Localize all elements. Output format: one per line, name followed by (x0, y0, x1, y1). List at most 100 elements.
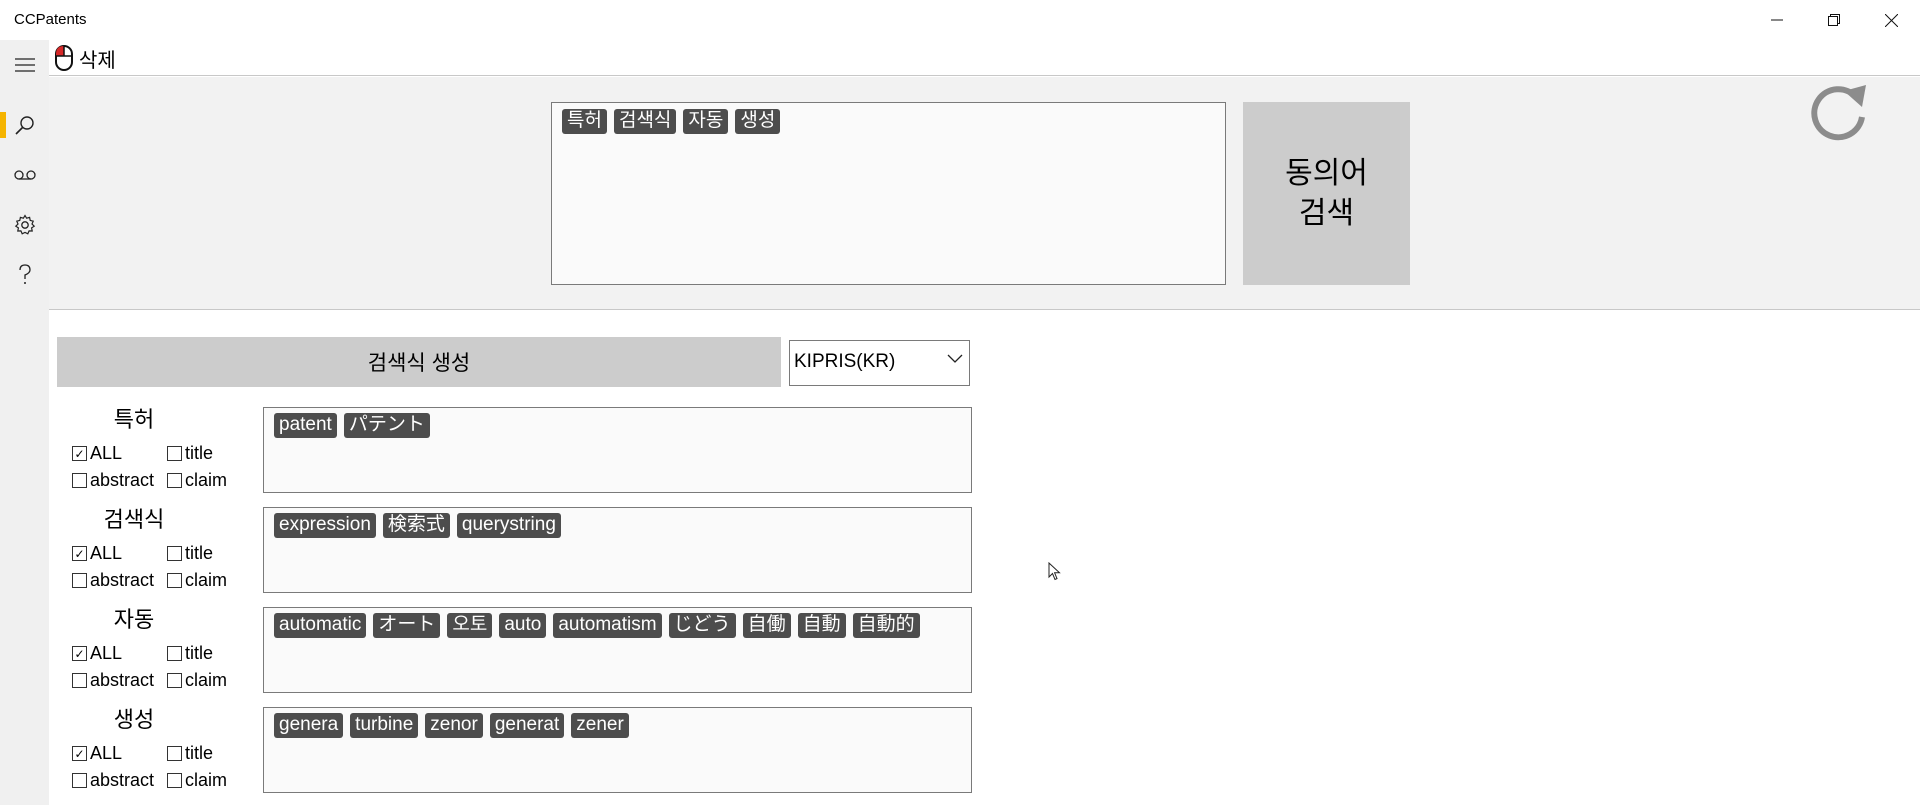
gear-icon (14, 214, 35, 235)
delete-button[interactable]: 삭제 (53, 43, 116, 73)
all-checkbox[interactable]: ✓ ALL (72, 643, 122, 664)
checkbox-label: title (185, 543, 214, 563)
synonym-chip[interactable]: 自動的 (852, 613, 920, 638)
minimize-button[interactable] (1749, 0, 1805, 40)
synonym-box[interactable]: patent パテント (263, 407, 972, 493)
synonym-search-button[interactable]: 동의어 검색 (1243, 102, 1410, 285)
sidebar-item-voicemail[interactable] (0, 150, 49, 200)
abstract-checkbox[interactable]: abstract (72, 770, 154, 791)
menu-toggle-button[interactable] (0, 40, 49, 90)
claim-checkbox[interactable]: claim (167, 470, 227, 491)
synonym-chip[interactable]: auto (499, 613, 547, 638)
refresh-button[interactable] (1804, 77, 1874, 147)
checkbox-box (167, 473, 182, 488)
checkbox-box (72, 773, 87, 788)
claim-checkbox[interactable]: claim (167, 770, 227, 791)
abstract-checkbox[interactable]: abstract (72, 670, 154, 691)
synonym-chip[interactable]: querystring (456, 513, 561, 538)
synonym-chip[interactable]: 오토 (447, 613, 493, 638)
all-checkbox[interactable]: ✓ ALL (72, 543, 122, 564)
checkbox-box: ✓ (72, 446, 87, 461)
synonym-chip[interactable]: generat (489, 713, 565, 738)
query-panel: 특허 검색식 자동 생성 동의어 검색 (49, 77, 1920, 310)
checkbox-label: abstract (90, 470, 155, 490)
command-bar: 삭제 (49, 40, 1920, 76)
checkbox-label: ALL (90, 643, 123, 663)
synonym-chip[interactable]: 検索式 (382, 513, 450, 538)
synonym-chip[interactable]: genera (274, 713, 344, 738)
term-label: 생성 (113, 707, 155, 732)
synonym-chip[interactable]: zenor (425, 713, 483, 738)
synonym-chip[interactable]: じどう (668, 613, 736, 638)
claim-checkbox[interactable]: claim (167, 570, 227, 591)
synonym-chip[interactable]: automatic (274, 613, 367, 638)
sidebar-item-settings[interactable] (0, 200, 49, 250)
all-checkbox[interactable]: ✓ ALL (72, 743, 122, 764)
refresh-icon (1811, 85, 1866, 141)
checkbox-box (167, 646, 182, 661)
help-icon (18, 264, 31, 284)
term-row: 자동 ✓ ALL title abstract claim automatic オート 오토 au… (57, 607, 972, 693)
checkbox-label: claim (185, 470, 228, 490)
keyword-chip[interactable]: 검색식 (613, 109, 677, 134)
checkbox-box (72, 673, 87, 688)
synonym-box[interactable]: genera turbine zenor generat zener (263, 707, 972, 793)
checkbox-box (167, 746, 182, 761)
checkbox-box (167, 673, 182, 688)
keyword-chip[interactable]: 특허 (562, 109, 607, 134)
synonym-chip[interactable]: turbine (350, 713, 419, 738)
sidebar-item-help[interactable] (0, 250, 49, 300)
synonym-chip[interactable]: 自働 (742, 613, 791, 638)
checkbox-box (167, 446, 182, 461)
synonym-chip[interactable]: automatism (553, 613, 662, 638)
title-checkbox[interactable]: title (167, 743, 213, 764)
all-checkbox[interactable]: ✓ ALL (72, 443, 122, 464)
claim-checkbox[interactable]: claim (167, 670, 227, 691)
synonym-chip[interactable]: patent (274, 413, 337, 438)
synonym-box[interactable]: automatic オート 오토 auto automatism じどう 自働 自動 自動的 (263, 607, 972, 693)
keyword-chip[interactable]: 생성 (735, 109, 781, 134)
restore-button[interactable] (1806, 0, 1862, 40)
synonym-box[interactable]: expression 検索式 querystring (263, 507, 972, 593)
synonym-chip[interactable]: expression (274, 513, 376, 538)
title-bar: CCPatents (0, 0, 1920, 40)
chevron-down-icon (947, 354, 963, 363)
checkbox-label: ALL (90, 543, 123, 563)
title-checkbox[interactable]: title (167, 643, 213, 664)
checkbox-box (72, 573, 87, 588)
sidebar-item-search[interactable] (0, 100, 49, 150)
checkbox-box (167, 773, 182, 788)
close-icon (1884, 13, 1898, 27)
restore-icon (1828, 14, 1840, 26)
checkbox-box: ✓ (72, 646, 87, 661)
database-select-value: KIPRIS(KR) (794, 351, 896, 372)
abstract-checkbox[interactable]: abstract (72, 470, 154, 491)
checkbox-label: ALL (90, 443, 123, 463)
keyword-input-box[interactable]: 특허 검색식 자동 생성 (551, 102, 1226, 285)
hamburger-icon (14, 58, 35, 72)
synonym-chip[interactable]: オート (373, 613, 441, 638)
term-label: 특허 (113, 407, 155, 432)
synonym-chip[interactable]: 自動 (797, 613, 846, 638)
selection-indicator (0, 112, 6, 138)
voicemail-icon (13, 170, 36, 180)
checkbox-label: ALL (90, 743, 123, 763)
term-label: 검색식 (103, 507, 165, 532)
generate-query-button[interactable]: 검색식 생성 (57, 337, 781, 387)
synonym-chip[interactable]: パテント (343, 413, 430, 438)
title-checkbox[interactable]: title (167, 543, 213, 564)
checkbox-label: title (185, 443, 214, 463)
mouse-icon (55, 45, 73, 71)
checkbox-label: claim (185, 570, 228, 590)
keyword-chip[interactable]: 자동 (683, 109, 729, 134)
checkbox-box (167, 573, 182, 588)
checkbox-box (72, 473, 87, 488)
term-row: 검색식 ✓ ALL title abstract claim expression 検索式 qu… (57, 507, 972, 593)
title-checkbox[interactable]: title (167, 443, 213, 464)
synonym-chip[interactable]: zener (571, 713, 629, 738)
close-button[interactable] (1863, 0, 1919, 40)
checkbox-label: claim (185, 670, 228, 690)
abstract-checkbox[interactable]: abstract (72, 570, 154, 591)
database-select[interactable]: KIPRIS(KR) (789, 340, 970, 386)
app-title: CCPatents (14, 11, 87, 28)
